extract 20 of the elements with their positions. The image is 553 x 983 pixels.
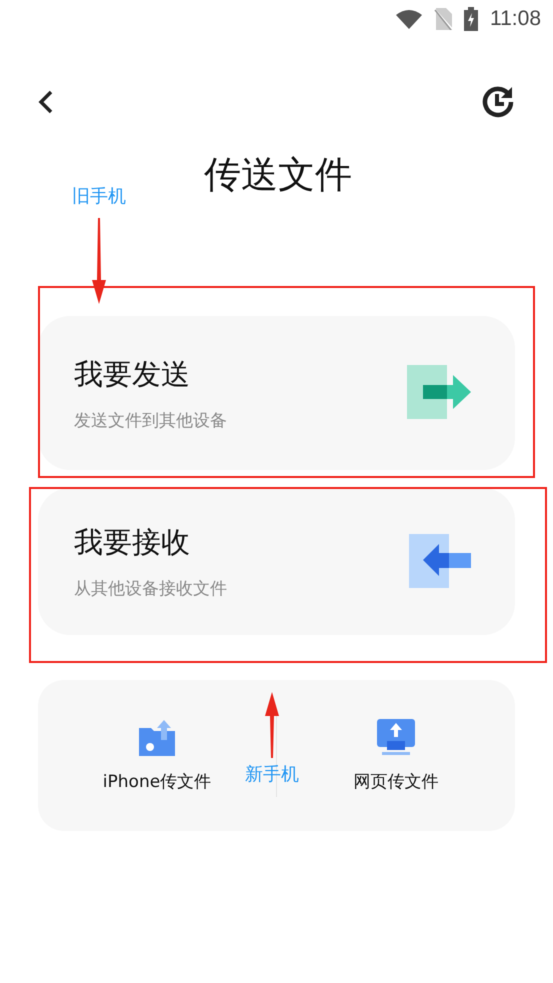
- page-title: 传送文件: [203, 152, 352, 198]
- option-subtitle: 发送文件到其他设备: [74, 410, 227, 432]
- send-arrow-icon: [407, 365, 471, 421]
- quick-action[interactable]: iPhone传文件: [102, 718, 212, 793]
- option-title: 我要接收: [74, 524, 191, 561]
- annotation-arrow: [265, 692, 279, 758]
- option-subtitle: 从其他设备接收文件: [74, 578, 227, 600]
- monitor-upload-icon: [376, 718, 416, 758]
- annotation-label: 旧手机: [72, 185, 126, 208]
- folder-upload-icon: [136, 718, 177, 758]
- battery-icon: [464, 7, 478, 31]
- annotation-label: 新手机: [245, 763, 299, 786]
- wifi-icon: [396, 9, 422, 29]
- receive-card[interactable]: 我要接收 从其他设备接收文件: [38, 488, 515, 635]
- status-time: 11:08: [490, 7, 541, 31]
- no-sim-icon: [434, 8, 452, 30]
- option-title: 我要发送: [74, 356, 191, 392]
- send-card[interactable]: 我要发送 发送文件到其他设备: [38, 316, 515, 470]
- receive-arrow-icon: [409, 534, 471, 590]
- quick-action[interactable]: 网页传文件: [354, 718, 438, 793]
